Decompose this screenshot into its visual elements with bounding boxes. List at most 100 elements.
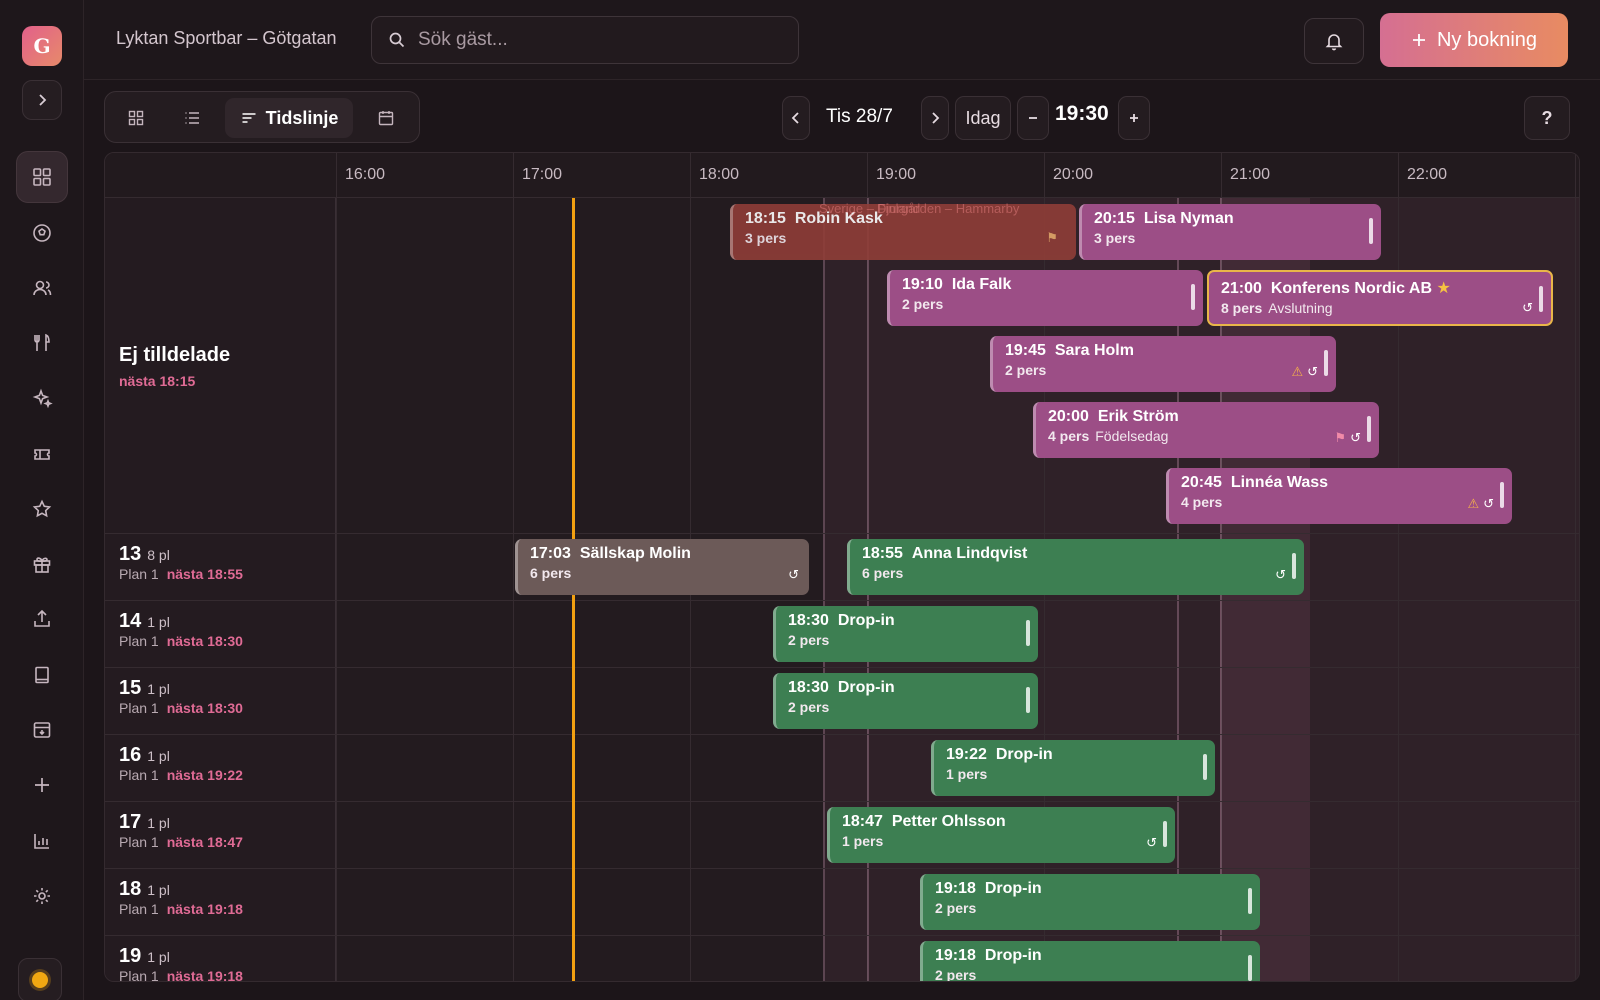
- booking-card[interactable]: 20:00 Erik Ström 4 pers Födelsedag ⚑ ↺: [1033, 402, 1379, 458]
- guest-search[interactable]: [371, 16, 799, 64]
- resize-handle[interactable]: [1191, 284, 1195, 310]
- table-row-label[interactable]: 17 1 pl Plan 1 nästa 18:47: [119, 811, 243, 852]
- prev-day-button[interactable]: [782, 96, 810, 140]
- booking-name: Sällskap Molin: [579, 545, 691, 562]
- rail-reviews[interactable]: [16, 483, 68, 535]
- booking-card[interactable]: 18:30 Drop-in 2 pers: [773, 606, 1038, 662]
- view-grid[interactable]: [113, 98, 159, 138]
- booking-pers: 1 pers: [946, 766, 988, 782]
- resize-handle[interactable]: [1292, 553, 1296, 579]
- table-row-label[interactable]: 13 8 pl Plan 1 nästa 18:55: [119, 543, 243, 584]
- table-plan: Plan 1: [119, 834, 159, 850]
- table-row-label[interactable]: 14 1 pl Plan 1 nästa 18:30: [119, 610, 243, 651]
- rail-ai[interactable]: [16, 372, 68, 424]
- resize-handle[interactable]: [1248, 888, 1252, 914]
- minus-icon: [1029, 117, 1037, 119]
- booking-card[interactable]: 19:22 Drop-in 1 pers: [931, 740, 1215, 796]
- booking-card[interactable]: 20:45 Linnéa Wass 4 pers ⚠ ↺: [1166, 468, 1512, 524]
- rail-menu[interactable]: [16, 317, 68, 369]
- today-button[interactable]: Idag: [955, 96, 1011, 140]
- resize-handle[interactable]: [1369, 218, 1373, 244]
- rail-sports[interactable]: [16, 207, 68, 259]
- table-capacity: 8 pl: [147, 547, 170, 563]
- booking-name: Linnéa Wass: [1230, 474, 1329, 491]
- expand-rail-button[interactable]: [22, 80, 62, 120]
- search-input[interactable]: [418, 29, 758, 51]
- resize-handle[interactable]: [1500, 482, 1504, 508]
- rail-gifts[interactable]: [16, 538, 68, 590]
- booking-time: 19:10: [902, 276, 943, 293]
- row-divider: [105, 600, 1579, 601]
- rail-export[interactable]: [16, 593, 68, 645]
- row-divider: [105, 868, 1579, 869]
- table-row-label[interactable]: 18 1 pl Plan 1 nästa 19:18: [119, 878, 243, 919]
- rail-dashboard[interactable]: [16, 151, 68, 203]
- table-plan: Plan 1: [119, 901, 159, 917]
- booking-card[interactable]: 18:55 Anna Lindqvist 6 pers ↺: [847, 539, 1304, 595]
- rail-add[interactable]: [16, 759, 68, 811]
- booking-name: Drop-in: [837, 679, 895, 696]
- booking-card[interactable]: 18:47 Petter Ohlsson 1 pers ↺: [827, 807, 1175, 863]
- resize-handle[interactable]: [1026, 620, 1030, 646]
- recurring-icon: ↺: [1522, 300, 1533, 315]
- booking-card[interactable]: 19:18 Drop-in 2 pers: [920, 941, 1260, 981]
- booking-time: 19:22: [946, 746, 987, 763]
- time-minus-button[interactable]: [1017, 96, 1049, 140]
- search-icon: [389, 32, 405, 48]
- theme-toggle[interactable]: [18, 958, 62, 1000]
- resize-handle[interactable]: [1026, 687, 1030, 713]
- booking-card[interactable]: 19:45 Sara Holm 2 pers ⚠ ↺: [990, 336, 1336, 392]
- booking-pers: 3 pers: [745, 230, 787, 246]
- booking-card[interactable]: 20:15 Lisa Nyman 3 pers: [1079, 204, 1381, 260]
- booking-time: 18:30: [788, 612, 829, 629]
- booking-card[interactable]: 21:00 Konferens Nordic AB ★ 8 pers Avslut…: [1207, 270, 1553, 326]
- football-icon: [33, 224, 51, 242]
- resize-handle[interactable]: [1203, 754, 1207, 780]
- rail-book[interactable]: [16, 649, 68, 701]
- view-timeline[interactable]: Tidslinje: [225, 98, 353, 138]
- resize-handle[interactable]: [1539, 286, 1543, 312]
- table-next: nästa 19:18: [166, 968, 243, 982]
- next-day-button[interactable]: [921, 96, 949, 140]
- booking-name: Lisa Nyman: [1143, 210, 1234, 227]
- rail-tickets[interactable]: [16, 428, 68, 480]
- resize-handle[interactable]: [1163, 821, 1167, 847]
- table-row-label[interactable]: 15 1 pl Plan 1 nästa 18:30: [119, 677, 243, 718]
- table-row-label[interactable]: 19 1 pl Plan 1 nästa 19:18: [119, 945, 243, 982]
- table-row-label[interactable]: 16 1 pl Plan 1 nästa 19:22: [119, 744, 243, 785]
- resize-handle[interactable]: [1367, 416, 1371, 442]
- unassigned-title: Ej tilldelade: [119, 344, 231, 366]
- rail-settings[interactable]: [16, 870, 68, 922]
- rail-guests[interactable]: [16, 262, 68, 314]
- time-plus-button[interactable]: [1118, 96, 1150, 140]
- timeline-icon: [242, 113, 256, 123]
- booking-pers: 4 pers: [1181, 494, 1223, 510]
- table-next: nästa 19:22: [166, 767, 243, 783]
- recurring-icon: ↺: [1483, 496, 1494, 511]
- view-list[interactable]: [169, 98, 215, 138]
- booking-card[interactable]: 19:10 Ida Falk 2 pers: [887, 270, 1203, 326]
- venue-avatar[interactable]: G: [22, 26, 62, 66]
- help-button[interactable]: ?: [1524, 96, 1570, 140]
- booking-card[interactable]: 17:03 Sällskap Molin 6 pers ↺: [515, 539, 809, 595]
- view-calendar[interactable]: [363, 98, 409, 138]
- plus-icon: [1412, 34, 1425, 46]
- hour-label: 22:00: [1407, 166, 1448, 183]
- booking-card[interactable]: 19:18 Drop-in 2 pers: [920, 874, 1260, 930]
- booking-pers: 2 pers: [788, 632, 830, 648]
- current-time: 19:30: [1055, 102, 1109, 125]
- table-next: nästa 18:30: [166, 633, 243, 649]
- new-booking-button[interactable]: Ny bokning: [1380, 13, 1568, 67]
- grid-icon: [33, 168, 51, 186]
- resize-handle[interactable]: [1324, 350, 1328, 376]
- plus-icon: [35, 778, 49, 792]
- table-number: 17: [119, 811, 142, 833]
- table-capacity: 1 pl: [147, 949, 170, 965]
- notifications-button[interactable]: [1304, 18, 1364, 64]
- table-number: 15: [119, 677, 142, 699]
- rail-archive[interactable]: [16, 704, 68, 756]
- booking-card[interactable]: 18:30 Drop-in 2 pers: [773, 673, 1038, 729]
- table-capacity: 1 pl: [147, 815, 170, 831]
- rail-stats[interactable]: [16, 815, 68, 867]
- resize-handle[interactable]: [1248, 955, 1252, 981]
